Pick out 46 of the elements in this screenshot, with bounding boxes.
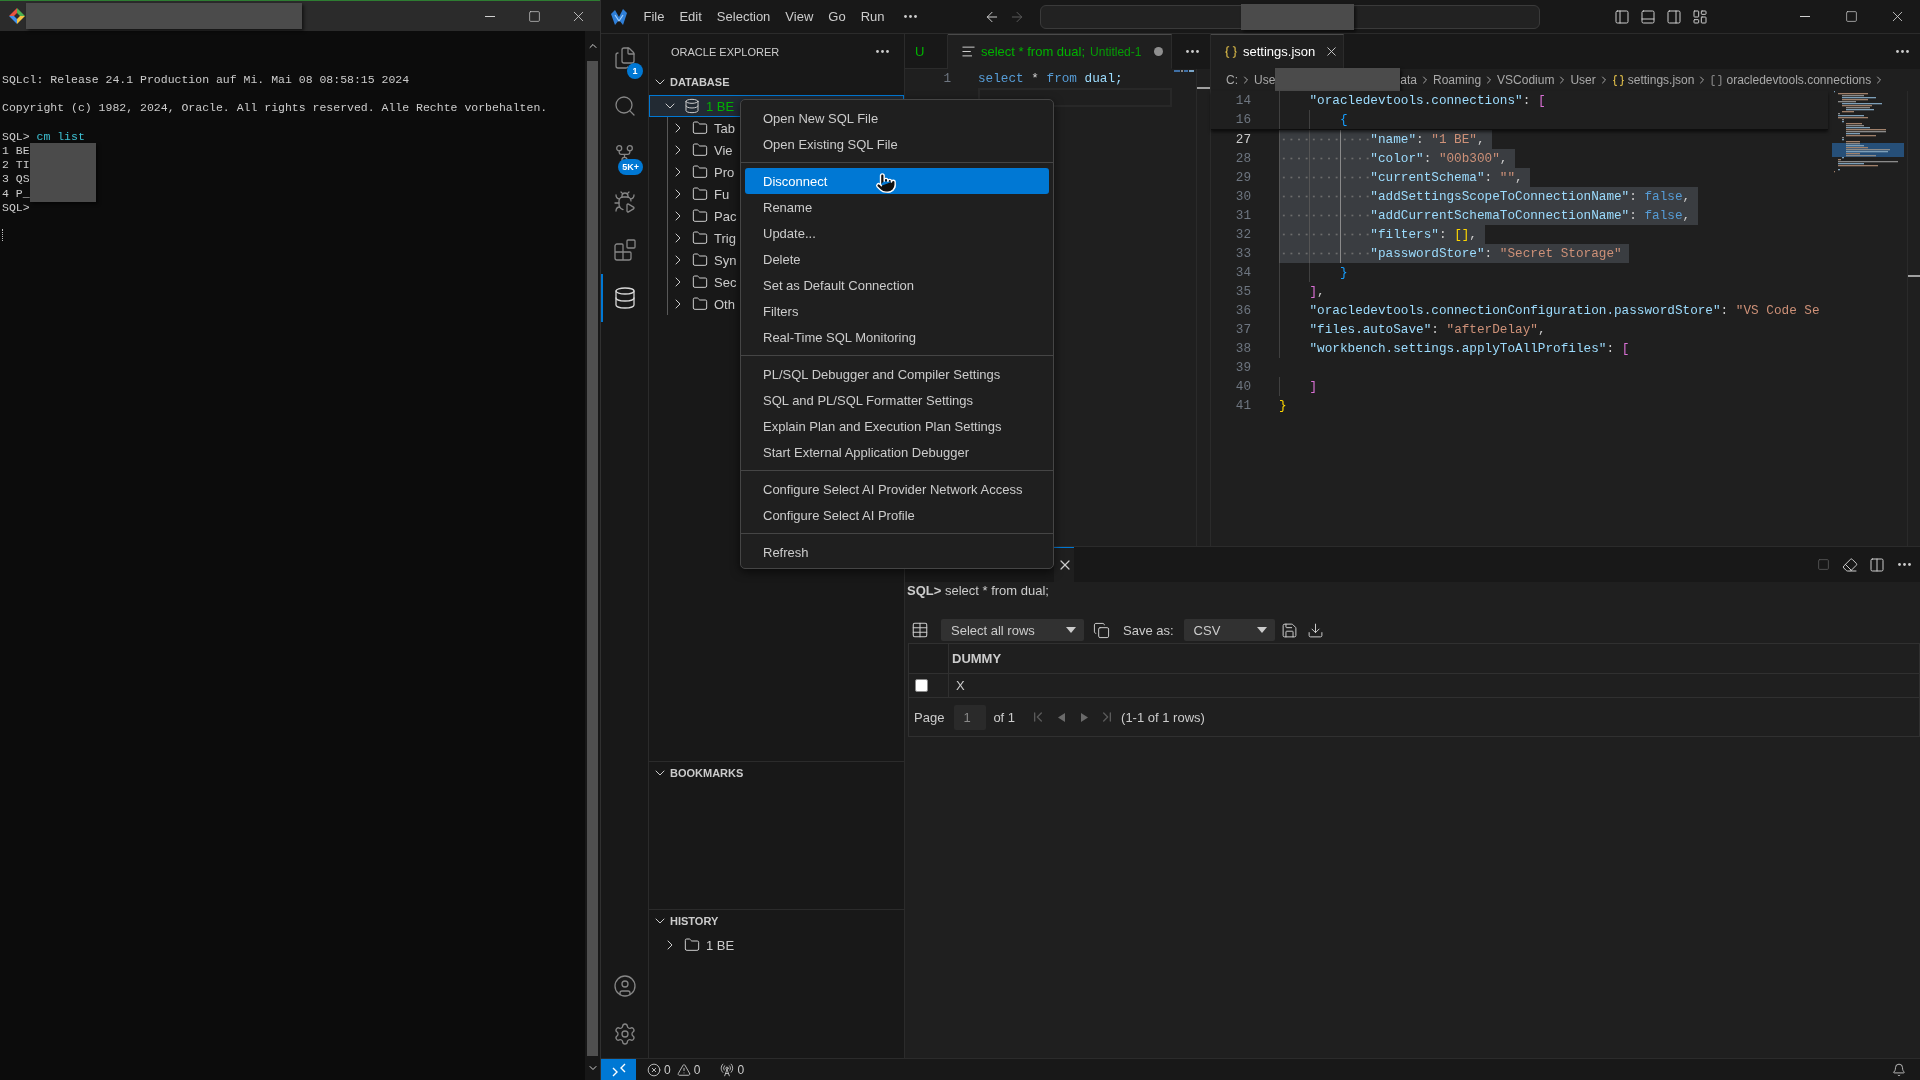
query-text: SQL> select * from dual; xyxy=(907,582,1049,600)
code-line: } xyxy=(1279,397,1287,415)
row-count: (1-1 of 1 rows) xyxy=(1121,709,1205,725)
terminal-line: 1 BE xyxy=(2,143,30,159)
line-number: 33 xyxy=(1234,245,1252,263)
line-number: 1 xyxy=(942,70,952,88)
page-label: Page xyxy=(914,709,945,725)
line-number: 36 xyxy=(1234,302,1252,320)
line-number: 38 xyxy=(1234,340,1252,358)
count-badge: 5K+ xyxy=(618,159,643,175)
count-badge: 1 xyxy=(627,63,643,79)
save-as-label: Save as: xyxy=(1123,622,1174,638)
code-line: ] xyxy=(1279,377,1318,396)
line-number: 14 xyxy=(1234,92,1252,110)
terminal-line: 4 P_ xyxy=(2,186,30,201)
code-line: } xyxy=(1279,263,1348,282)
code-line: "workbench.settings.applyToAllProfiles": [ xyxy=(1279,339,1630,358)
terminal-line: 3 QS xyxy=(2,172,30,187)
line-number: 30 xyxy=(1234,188,1252,206)
line-number: 28 xyxy=(1234,150,1252,168)
table-cell: X xyxy=(949,674,1919,698)
line-number: 35 xyxy=(1234,283,1252,301)
terminal-line: 2 TI xyxy=(2,158,30,173)
column-header: DUMMY xyxy=(949,644,1919,674)
code-line: { xyxy=(1279,110,1348,129)
line-number: 16 xyxy=(1234,111,1252,129)
line-number: 27 xyxy=(1234,131,1252,149)
code-line: select * from dual; xyxy=(978,70,1123,88)
terminal-line: Copyright (c) 1982, 2024, Oracle. All rights reserved. Alle Rechte vorbehalten. xyxy=(2,101,548,116)
code-line: "oracledevtools.connections": [ xyxy=(1279,91,1546,110)
code-line: ], xyxy=(1279,282,1325,301)
line-number: 32 xyxy=(1234,226,1252,244)
page-count: of 1 xyxy=(993,709,1016,725)
code-line: "files.autoSave": "afterDelay", xyxy=(1279,320,1546,339)
terminal-line: SQL> xyxy=(2,200,30,215)
line-number: 31 xyxy=(1234,207,1252,225)
line-number: 37 xyxy=(1234,321,1252,339)
terminal-line: SQL> cm list xyxy=(2,129,85,144)
line-number: 40 xyxy=(1234,378,1252,396)
line-number: 34 xyxy=(1234,264,1252,282)
line-number: 39 xyxy=(1234,359,1252,377)
terminal-line: SQLcl: Release 24.1 Production auf Mi. Mai 08 08:58:15 2024 xyxy=(2,73,410,88)
code-line: "oracledevtools.connectionConfiguration.passwordStore": "VS Code Se xyxy=(1279,301,1820,320)
line-number: 41 xyxy=(1234,397,1252,415)
line-number: 29 xyxy=(1234,169,1252,187)
sidebar-title: ORACLE EXPLORER xyxy=(671,45,780,58)
